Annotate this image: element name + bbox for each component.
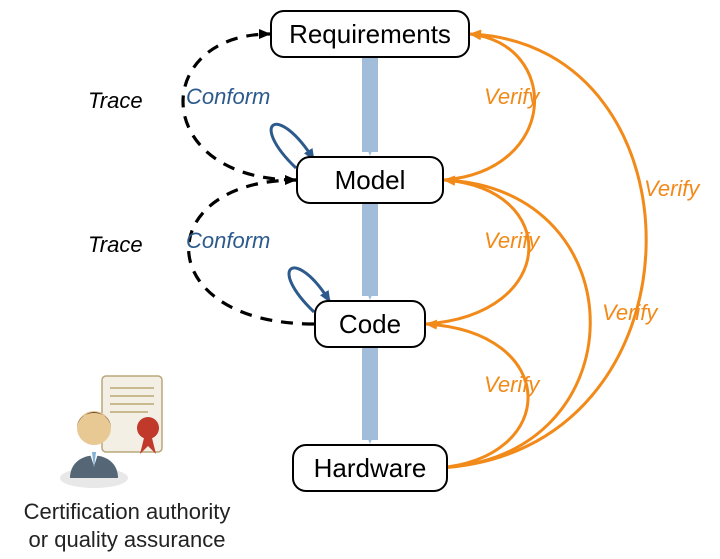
certification-caption: Certification authority or quality assur…	[12, 498, 242, 553]
label-conform-1: Conform	[186, 84, 270, 110]
node-hardware: Hardware	[292, 444, 448, 492]
label-verify-hw-model: Verify	[602, 300, 657, 326]
node-model-label: Model	[335, 165, 406, 196]
node-code: Code	[314, 300, 426, 348]
label-verify-code-model: Verify	[484, 228, 539, 254]
caption-line1: Certification authority	[24, 499, 231, 524]
label-conform-2: Conform	[186, 228, 270, 254]
node-hardware-label: Hardware	[314, 453, 427, 484]
node-requirements-label: Requirements	[289, 19, 451, 50]
verify-hw-to-model	[438, 180, 590, 468]
node-model: Model	[296, 156, 444, 204]
verify-hw-to-req	[438, 34, 646, 468]
node-requirements: Requirements	[270, 10, 470, 58]
caption-line2: or quality assurance	[29, 527, 226, 552]
label-verify-hw-code: Verify	[484, 372, 539, 398]
node-code-label: Code	[339, 309, 401, 340]
label-trace-2: Trace	[88, 232, 143, 258]
label-verify-model-req: Verify	[484, 84, 539, 110]
label-trace-1: Trace	[88, 88, 143, 114]
label-verify-hw-req: Verify	[644, 176, 699, 202]
